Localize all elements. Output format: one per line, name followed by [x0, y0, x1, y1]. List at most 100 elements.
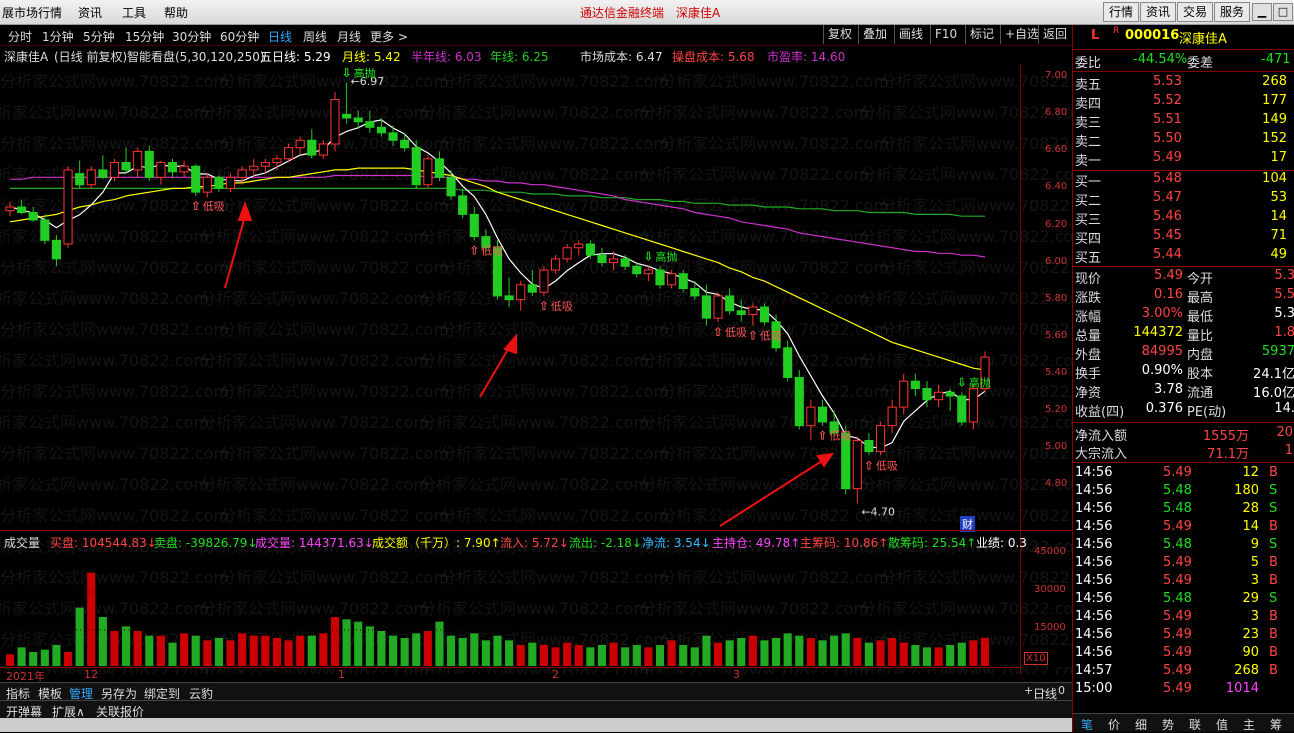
- date-axis: 2021年 12 1 2 3: [0, 667, 1020, 683]
- period-15min[interactable]: 15分钟: [125, 28, 164, 45]
- tick-side: B: [1269, 573, 1278, 588]
- tick-row: 14:56 5.49 3 B: [1073, 609, 1294, 628]
- ask-price: 5.49: [1153, 150, 1182, 165]
- tick-side: B: [1269, 555, 1278, 570]
- menu-help[interactable]: 帮助: [164, 4, 188, 21]
- vol-tick-label: 45000: [1034, 546, 1066, 557]
- bid-volume: 49: [1270, 247, 1287, 262]
- quote-tab-3[interactable]: 势: [1162, 716, 1174, 733]
- app-title: 通达信金融终端: [580, 6, 665, 20]
- tick-time: 14:57: [1075, 663, 1113, 678]
- overlay-button[interactable]: 叠加: [858, 25, 891, 44]
- zoom-controls: + - 0: [1020, 684, 1072, 700]
- bid-price: 5.47: [1153, 190, 1182, 205]
- volume-bar: [110, 631, 119, 666]
- bid-level-label: 买四: [1075, 232, 1102, 247]
- tick-row: 14:56 5.49 23 B: [1073, 627, 1294, 646]
- minimize-icon[interactable]: ▁: [1252, 3, 1272, 21]
- indicator-name: 智能看盘(5,30,120,250): [127, 50, 265, 64]
- back-button[interactable]: 返回: [1038, 25, 1071, 44]
- quote-tab-6[interactable]: 主: [1243, 716, 1255, 733]
- quotes-button[interactable]: 行情: [1103, 2, 1140, 22]
- volume-bar: [180, 633, 189, 666]
- price-tick-label: 6.40: [1045, 181, 1068, 193]
- price-tick-label: 6.00: [1045, 255, 1068, 267]
- period-monthly[interactable]: 月线: [337, 28, 361, 45]
- zoom-reset-icon[interactable]: 0: [1058, 684, 1065, 697]
- stat-value: 5.49: [1154, 268, 1183, 283]
- volume-bar: [876, 640, 885, 666]
- stat-value: 0.16: [1154, 287, 1183, 302]
- price-tick-label: 6.80: [1045, 107, 1068, 119]
- menu-tools[interactable]: 工具: [122, 4, 146, 21]
- stat-value: 5.5: [1274, 287, 1294, 302]
- quote-tab-2[interactable]: 细: [1135, 716, 1147, 733]
- stat-value: 3.78: [1154, 382, 1183, 397]
- volume-bar: [377, 631, 386, 666]
- volume-bar: [214, 638, 223, 666]
- period-daily[interactable]: 日线: [268, 28, 292, 45]
- period-more[interactable]: 更多 >: [370, 28, 408, 45]
- quote-tab-4[interactable]: 联: [1189, 716, 1201, 733]
- period-60min[interactable]: 60分钟: [220, 28, 259, 45]
- period-30min[interactable]: 30分钟: [172, 28, 211, 45]
- red-arrow: [479, 345, 511, 398]
- period-weekly[interactable]: 周线: [303, 28, 327, 45]
- tick-volume: 3: [1250, 609, 1259, 624]
- menu-news[interactable]: 资讯: [78, 4, 102, 21]
- volume-bar: [284, 640, 293, 666]
- bid-level-label: 买一: [1075, 175, 1102, 190]
- tick-volume: 29: [1242, 591, 1259, 606]
- volume-bar: [249, 635, 258, 666]
- price-tick-label: 5.20: [1045, 403, 1068, 415]
- zoom-out-icon[interactable]: -: [1042, 684, 1046, 697]
- quote-tab-1[interactable]: 价: [1108, 716, 1120, 733]
- weicha-label: 委差: [1187, 56, 1214, 71]
- stat-value: 0.376: [1145, 401, 1183, 416]
- volume-bar: [783, 633, 792, 666]
- volume-bar: [644, 647, 653, 666]
- trade-button[interactable]: 交易: [1177, 2, 1214, 22]
- r-flag: R: [1113, 26, 1120, 36]
- menu-market[interactable]: 展市场行情: [2, 4, 62, 21]
- add-watchlist-button[interactable]: +自选: [1000, 25, 1043, 44]
- service-button[interactable]: 服务: [1214, 2, 1251, 22]
- f10-button[interactable]: F10: [930, 25, 961, 44]
- stat-label: 换手: [1075, 367, 1102, 382]
- tick-side: S: [1269, 591, 1278, 606]
- quote-tab-0[interactable]: 笔: [1081, 716, 1093, 733]
- ma-year-value: 年线: 6.25: [490, 50, 549, 64]
- bid-volume: 71: [1270, 228, 1287, 243]
- tick-row: 14:56 5.49 12 B: [1073, 465, 1294, 484]
- volume-bar: [87, 572, 96, 666]
- volume-bar: [563, 642, 572, 666]
- ask-volume: 17: [1270, 150, 1287, 165]
- tick-side: B: [1269, 663, 1278, 678]
- adjust-button[interactable]: 复权: [823, 25, 856, 44]
- maximize-icon[interactable]: □: [1273, 3, 1293, 21]
- period-5min[interactable]: 5分钟: [83, 28, 115, 45]
- indicator-toolbar: 指标 模板 管理 另存为 绑定到 云豹 日线: [0, 682, 1072, 701]
- quote-tab-5[interactable]: 值: [1216, 716, 1228, 733]
- stat-row: 涨幅 3.00% 最低 5.3: [1073, 306, 1294, 325]
- mark-button[interactable]: 标记: [965, 25, 998, 44]
- volume-chart[interactable]: [0, 548, 1020, 666]
- volume-bar: [632, 645, 641, 666]
- news-button[interactable]: 资讯: [1140, 2, 1177, 22]
- pe-value: 市盈率: 14.60: [767, 50, 846, 64]
- period-timeshare[interactable]: 分时: [8, 28, 32, 45]
- bid-row: 买二 5.47 53: [1073, 190, 1294, 209]
- horizontal-scrollbar[interactable]: [0, 718, 1072, 732]
- volume-bar: [969, 640, 978, 666]
- quote-tab-7[interactable]: 筹: [1270, 716, 1282, 733]
- price-tick-label: 4.80: [1045, 477, 1068, 489]
- stat-value: 144372: [1133, 325, 1183, 340]
- tick-price: 5.48: [1163, 483, 1192, 498]
- period-1min[interactable]: 1分钟: [42, 28, 74, 45]
- draw-line-button[interactable]: 画线: [894, 25, 927, 44]
- zoom-in-icon[interactable]: +: [1024, 684, 1033, 697]
- weibi-value: -44.54%: [1133, 52, 1188, 67]
- bid-row: 买三 5.46 14: [1073, 209, 1294, 228]
- tick-volume: 90: [1242, 645, 1259, 660]
- price-tick-label: 6.60: [1045, 144, 1068, 156]
